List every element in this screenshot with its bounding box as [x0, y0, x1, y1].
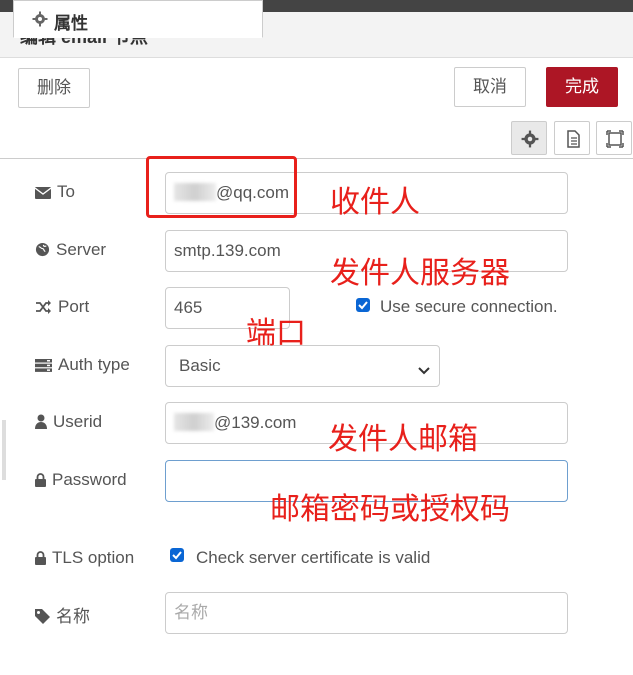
done-button[interactable]: 完成 — [546, 67, 618, 107]
envelope-icon — [34, 182, 57, 201]
auth-type-label-text: Auth type — [58, 355, 130, 374]
userid-label-text: Userid — [53, 412, 103, 431]
annotation-sender-email: 发件人邮箱 — [328, 423, 478, 456]
name-label-text: 名称 — [56, 607, 90, 626]
tls-check-label: Check server certificate is valid — [196, 548, 431, 567]
random-icon — [35, 297, 58, 316]
userid-value: @139.com — [214, 413, 297, 432]
name-placeholder: 名称 — [174, 603, 208, 622]
tls-option-label: TLS option — [35, 548, 134, 568]
lock-icon — [35, 548, 52, 567]
lock-icon — [35, 470, 52, 489]
redacted-text — [174, 413, 214, 431]
tab-properties-label: 属性 — [54, 14, 88, 33]
resize-handle[interactable] — [2, 420, 6, 480]
annotation-port: 端口 — [246, 317, 306, 350]
server-label: Server — [35, 240, 106, 260]
tls-check-checkbox[interactable] — [170, 548, 184, 562]
globe-icon — [35, 240, 56, 259]
annotation-recipient: 收件人 — [330, 186, 420, 219]
annotation-sender-server: 发件人服务器 — [330, 257, 510, 290]
settings-tab-button[interactable] — [511, 121, 547, 155]
description-tab-button[interactable] — [554, 121, 590, 155]
server-icon — [35, 355, 58, 374]
tab-properties[interactable]: 属性 — [13, 0, 263, 38]
cancel-button[interactable]: 取消 — [454, 67, 526, 107]
gear-icon — [32, 11, 48, 32]
user-icon — [35, 412, 53, 431]
to-label-text: To — [57, 182, 75, 201]
annotation-password: 邮箱密码或授权码 — [270, 493, 510, 526]
name-input[interactable]: 名称 — [165, 592, 568, 634]
password-label: Password — [35, 470, 127, 490]
to-label: To — [34, 182, 75, 202]
chevron-down-icon — [417, 356, 431, 396]
name-label: 名称 — [35, 602, 90, 627]
secure-connection-label: Use secure connection. — [380, 297, 558, 316]
annotation-highlight-box — [146, 156, 297, 218]
auth-type-value: Basic — [179, 356, 221, 375]
secure-connection-checkbox[interactable] — [356, 298, 370, 312]
auth-type-label: Auth type — [35, 355, 130, 375]
port-label-text: Port — [58, 297, 90, 316]
port-label: Port — [35, 297, 89, 317]
delete-button[interactable]: 删除 — [18, 68, 90, 108]
password-label-text: Password — [52, 470, 127, 489]
appearance-tab-button[interactable] — [596, 121, 632, 155]
tls-option-label-text: TLS option — [52, 548, 135, 567]
tag-icon — [35, 607, 56, 626]
server-label-text: Server — [56, 240, 107, 259]
userid-label: Userid — [35, 412, 102, 432]
